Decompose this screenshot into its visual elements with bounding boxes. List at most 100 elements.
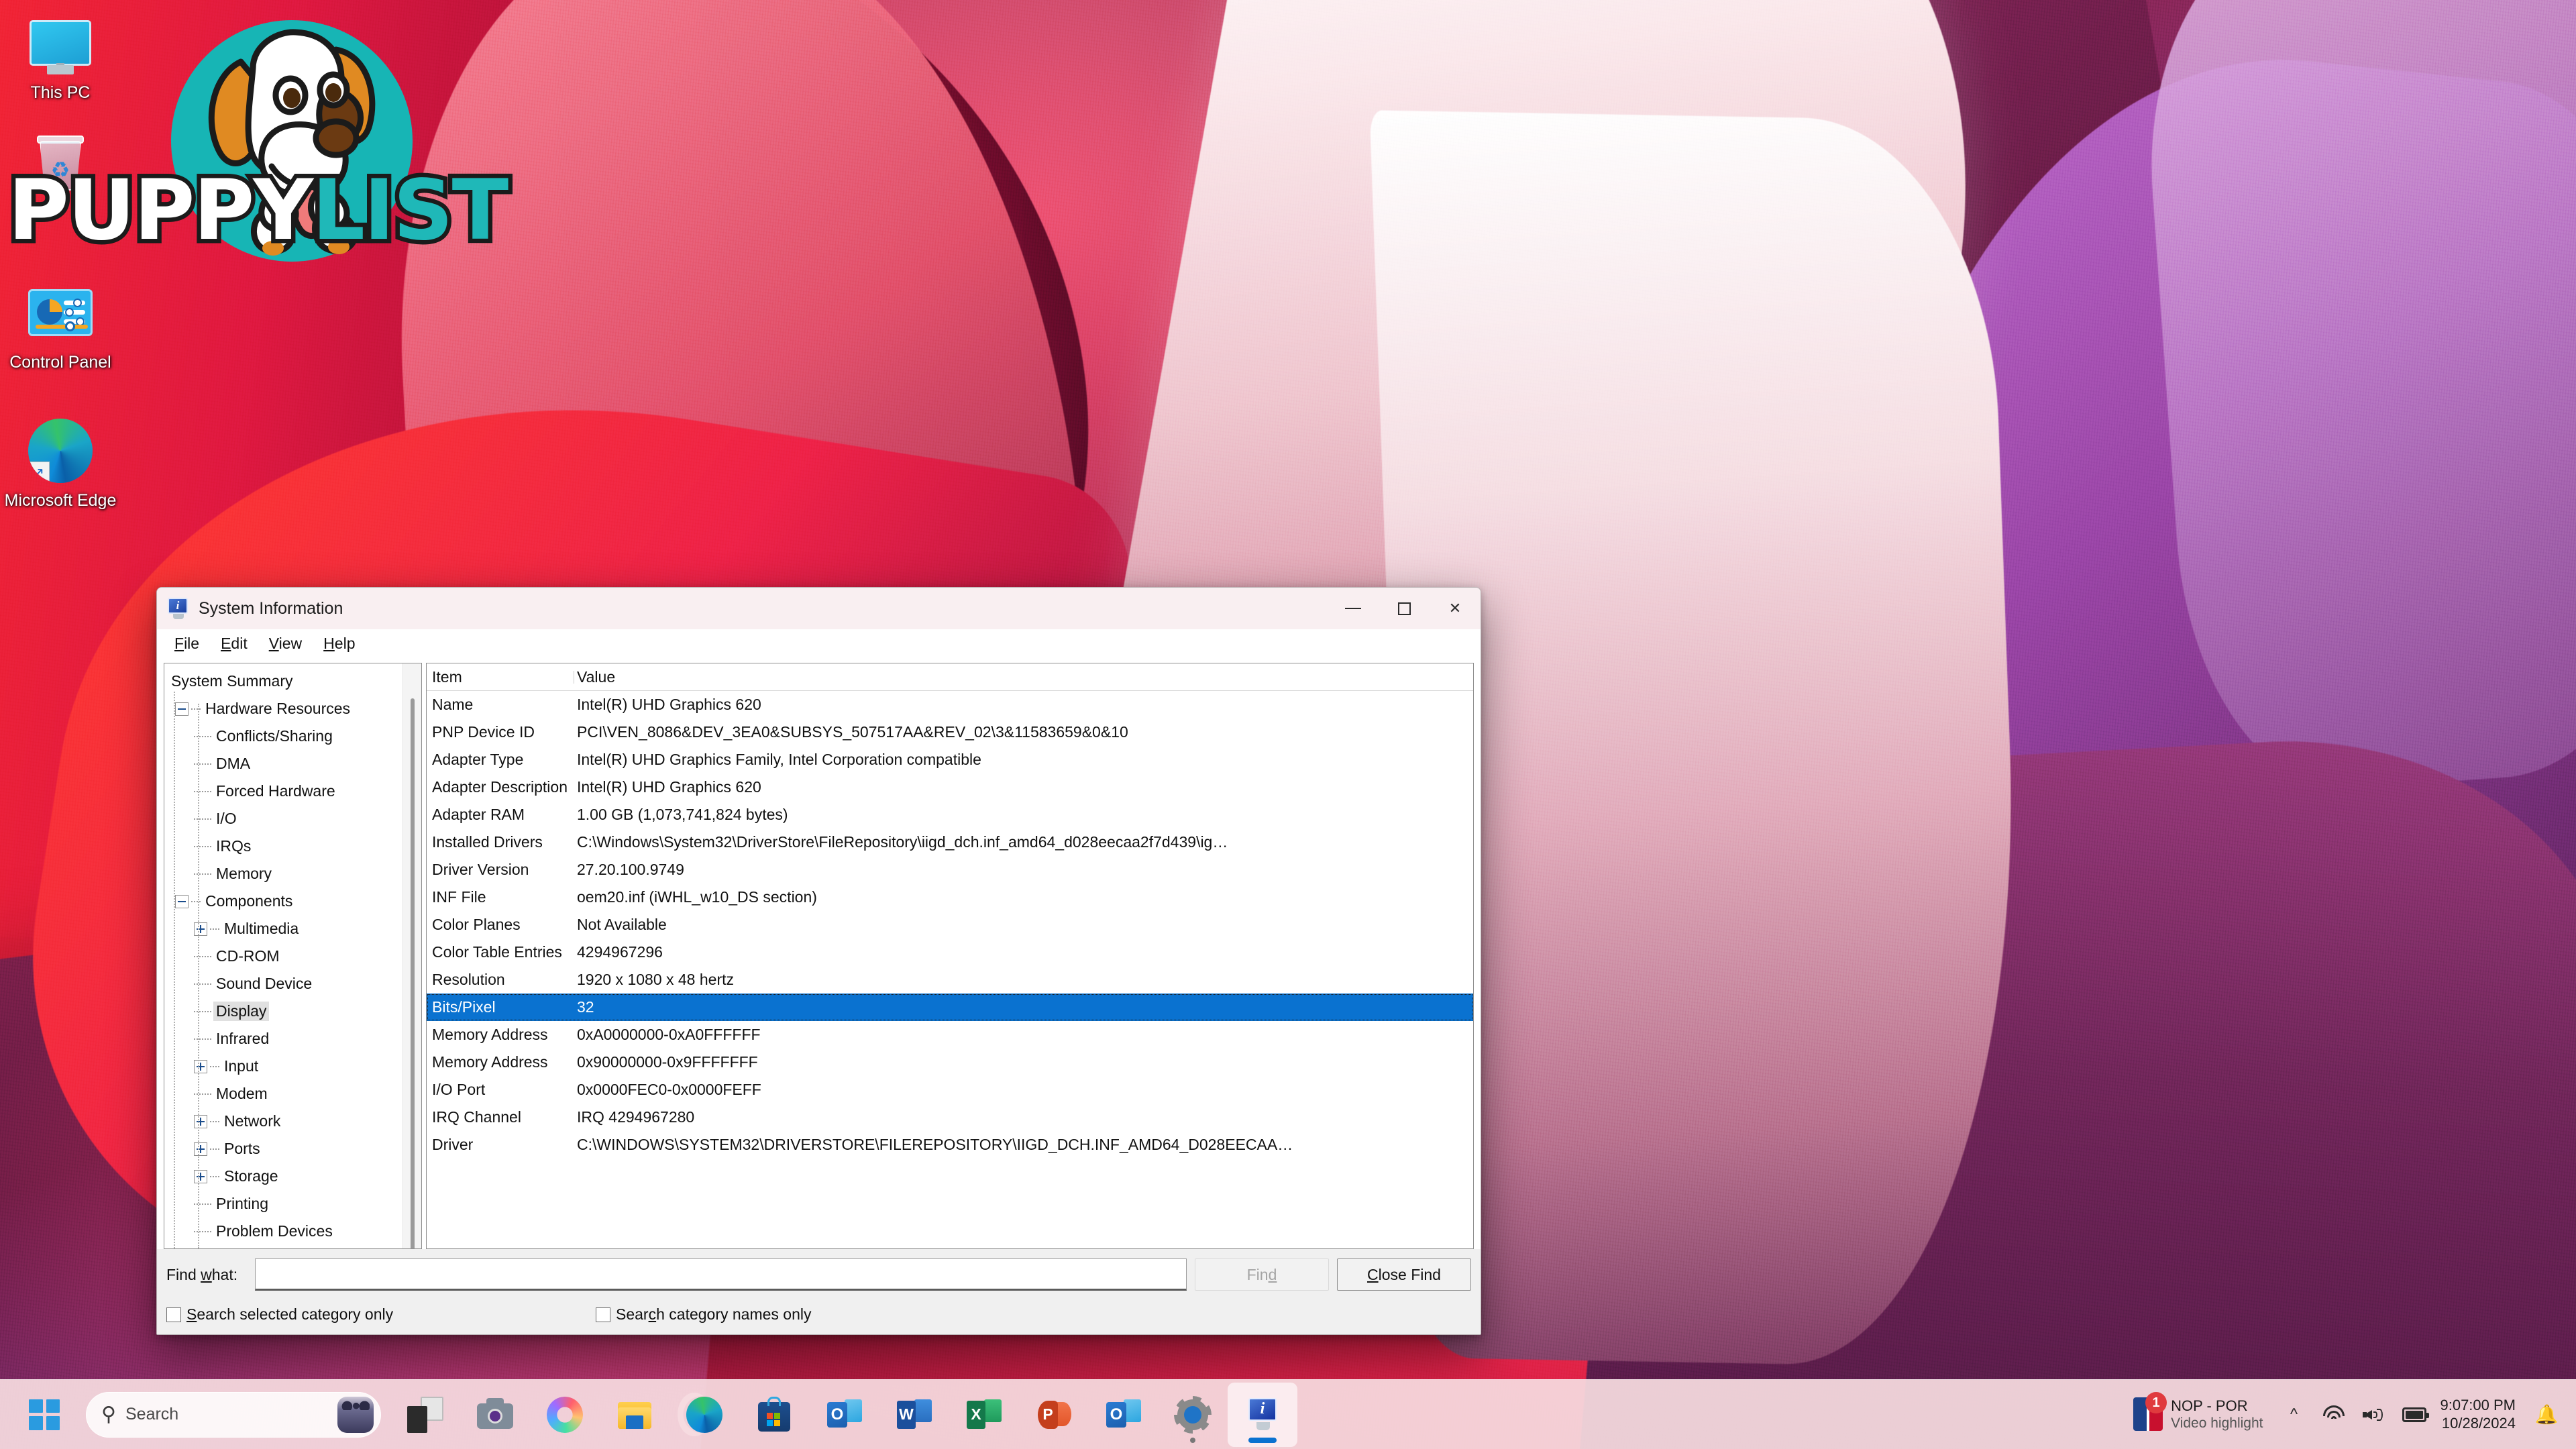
- expand-icon[interactable]: [194, 1059, 207, 1073]
- taskbar-app-camera[interactable]: [460, 1383, 530, 1447]
- tree-item-conflicts-sharing[interactable]: Conflicts/Sharing: [168, 722, 421, 750]
- start-button[interactable]: [9, 1383, 79, 1447]
- taskbar-app-microsoft-edge[interactable]: [669, 1383, 739, 1447]
- table-row[interactable]: Driver Version 27.20.100.9749: [427, 856, 1473, 883]
- desktop-icon-control-panel[interactable]: Control Panel: [0, 276, 121, 372]
- tree-item-infrared[interactable]: Infrared: [168, 1025, 421, 1053]
- tree-item-i-o[interactable]: I/O: [168, 805, 421, 833]
- taskbar-app-word[interactable]: W: [879, 1383, 949, 1447]
- window-titlebar[interactable]: i System Information ✕: [157, 588, 1481, 629]
- expand-icon[interactable]: [194, 922, 207, 936]
- menu-edit[interactable]: Edit: [211, 632, 257, 655]
- menu-file[interactable]: File: [165, 632, 209, 655]
- tree-item-modem[interactable]: Modem: [168, 1080, 421, 1108]
- table-row[interactable]: Adapter Type Intel(R) UHD Graphics Family…: [427, 746, 1473, 773]
- clock-button[interactable]: 9:07:00 PM 10/28/2024: [2436, 1397, 2524, 1433]
- table-row[interactable]: Memory Address 0xA0000000-0xA0FFFFFF: [427, 1021, 1473, 1049]
- tree-item-forced-hardware[interactable]: Forced Hardware: [168, 777, 421, 805]
- category-tree-panel[interactable]: System Summary Hardware Resources Conflict…: [164, 663, 422, 1249]
- taskbar-app-excel[interactable]: X: [949, 1383, 1018, 1447]
- desktop-icon-microsoft-edge[interactable]: ↗ Microsoft Edge: [0, 415, 121, 510]
- expand-icon[interactable]: [194, 1169, 207, 1183]
- table-row[interactable]: Adapter Description Intel(R) UHD Graphics…: [427, 773, 1473, 801]
- tree-item-irqs[interactable]: IRQs: [168, 833, 421, 860]
- table-row[interactable]: Resolution 1920 x 1080 x 48 hertz: [427, 966, 1473, 994]
- window-menubar[interactable]: File Edit View Help: [157, 629, 1481, 657]
- tree-item-components[interactable]: Components: [168, 888, 421, 915]
- tree-item-dma[interactable]: DMA: [168, 750, 421, 777]
- find-input[interactable]: [255, 1258, 1187, 1291]
- maximize-button[interactable]: [1379, 588, 1430, 629]
- column-header-item[interactable]: Item: [427, 668, 574, 686]
- close-button[interactable]: ✕: [1430, 588, 1481, 629]
- show-hidden-icons-button[interactable]: ^: [2275, 1393, 2312, 1436]
- search-selected-category-checkbox[interactable]: Search selected category only: [166, 1305, 596, 1324]
- table-row[interactable]: Color Planes Not Available: [427, 911, 1473, 938]
- search-category-names-checkbox[interactable]: Search category names only: [596, 1305, 812, 1324]
- table-row[interactable]: Memory Address 0x90000000-0x9FFFFFFF: [427, 1049, 1473, 1076]
- tree-item-problem-devices[interactable]: Problem Devices: [168, 1218, 421, 1245]
- scrollbar-thumb[interactable]: [411, 698, 415, 1248]
- tree-item-memory[interactable]: Memory: [168, 860, 421, 888]
- tree-item-cd-rom[interactable]: CD-ROM: [168, 943, 421, 970]
- table-row[interactable]: INF File oem20.inf (iWHL_w10_DS section): [427, 883, 1473, 911]
- notifications-button[interactable]: 🔔: [2526, 1393, 2564, 1436]
- expand-icon[interactable]: [194, 1142, 207, 1156]
- collapse-icon[interactable]: [175, 894, 189, 908]
- tree-item-printing[interactable]: Printing: [168, 1190, 421, 1218]
- tree-item-storage[interactable]: Storage: [168, 1163, 421, 1190]
- tree-connector: [194, 790, 211, 792]
- taskbar-app-file-explorer[interactable]: [600, 1383, 669, 1447]
- table-row[interactable]: Installed Drivers C:\Windows\System32\Dri…: [427, 828, 1473, 856]
- table-row[interactable]: Bits/Pixel 32: [427, 994, 1473, 1021]
- list-header-row[interactable]: Item Value: [427, 663, 1473, 691]
- taskbar-app-microsoft-store[interactable]: [739, 1383, 809, 1447]
- collapse-icon[interactable]: [175, 702, 189, 716]
- tree-item-hardware-resources[interactable]: Hardware Resources: [168, 695, 421, 722]
- tree-item-display[interactable]: Display: [168, 998, 421, 1025]
- table-row[interactable]: I/O Port 0x0000FEC0-0x0000FEFF: [427, 1076, 1473, 1104]
- wifi-button[interactable]: [2315, 1393, 2353, 1436]
- checkbox-box[interactable]: [166, 1307, 181, 1322]
- battery-button[interactable]: [2396, 1393, 2433, 1436]
- tree-item-input[interactable]: Input: [168, 1053, 421, 1080]
- taskbar-app-system-information[interactable]: i: [1228, 1382, 1297, 1447]
- expand-icon[interactable]: [194, 1114, 207, 1128]
- menu-help[interactable]: Help: [314, 632, 364, 655]
- table-row[interactable]: Color Table Entries 4294967296: [427, 938, 1473, 966]
- tree-item-ports[interactable]: Ports: [168, 1135, 421, 1163]
- taskbar-app-task-view[interactable]: [390, 1383, 460, 1447]
- taskbar-app-powerpoint[interactable]: P: [1018, 1383, 1088, 1447]
- details-list-panel[interactable]: Item Value Name Intel(R) UHD Graphics 620…: [426, 663, 1474, 1249]
- system-information-window[interactable]: i System Information ✕ File Edit View He…: [156, 587, 1481, 1335]
- volume-button[interactable]: [2355, 1393, 2393, 1436]
- table-row[interactable]: Adapter RAM 1.00 GB (1,073,741,824 bytes): [427, 801, 1473, 828]
- find-button[interactable]: Fin d: [1195, 1258, 1329, 1291]
- desktop-icon-recycle-bin[interactable]: ♻: [0, 126, 121, 203]
- details-list-body[interactable]: Name Intel(R) UHD Graphics 620 PNP Device …: [427, 691, 1473, 1159]
- taskbar-app-copilot[interactable]: [530, 1383, 600, 1447]
- tree-vertical-scrollbar[interactable]: [402, 663, 421, 1248]
- column-header-value[interactable]: Value: [574, 668, 1473, 686]
- taskbar-app-outlook[interactable]: O: [1088, 1383, 1158, 1447]
- taskbar-app-settings[interactable]: [1158, 1383, 1228, 1447]
- table-row[interactable]: IRQ Channel IRQ 4294967280: [427, 1104, 1473, 1131]
- close-find-button[interactable]: Close Find: [1337, 1258, 1471, 1291]
- menu-view[interactable]: View: [260, 632, 311, 655]
- taskbar[interactable]: ⚲ Search O W X P O i 1 NOP - POR Video h…: [0, 1379, 2576, 1449]
- desktop-icon-this-pc[interactable]: This PC: [0, 7, 121, 102]
- minimize-button[interactable]: [1328, 588, 1379, 629]
- search-thumbnail-icon[interactable]: [337, 1396, 374, 1433]
- taskbar-app-outlook-new[interactable]: O: [809, 1383, 879, 1447]
- tree-item-sound-device[interactable]: Sound Device: [168, 970, 421, 998]
- tree-item-system-summary[interactable]: System Summary: [168, 667, 421, 695]
- checkbox-box[interactable]: [596, 1307, 610, 1322]
- tree-item-network[interactable]: Network: [168, 1108, 421, 1135]
- category-tree[interactable]: System Summary Hardware Resources Conflict…: [164, 663, 421, 1248]
- tree-item-multimedia[interactable]: Multimedia: [168, 915, 421, 943]
- table-row[interactable]: Driver C:\WINDOWS\SYSTEM32\DRIVERSTORE\FI…: [427, 1131, 1473, 1159]
- table-row[interactable]: PNP Device ID PCI\VEN_8086&DEV_3EA0&SUBSY…: [427, 718, 1473, 746]
- table-row[interactable]: Name Intel(R) UHD Graphics 620: [427, 691, 1473, 718]
- nba-widget[interactable]: 1 NOP - POR Video highlight: [2124, 1392, 2272, 1436]
- taskbar-search-box[interactable]: ⚲ Search: [86, 1391, 381, 1438]
